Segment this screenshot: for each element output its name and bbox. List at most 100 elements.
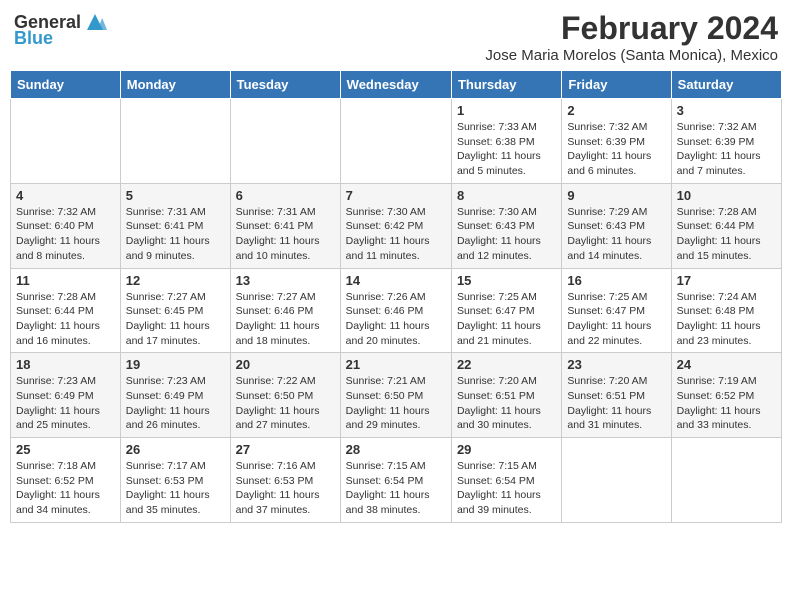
- calendar-cell: 25 Sunrise: 7:18 AMSunset: 6:52 PMDayligh…: [11, 438, 121, 523]
- calendar-cell: 29 Sunrise: 7:15 AMSunset: 6:54 PMDayligh…: [451, 438, 561, 523]
- calendar-cell: 19 Sunrise: 7:23 AMSunset: 6:49 PMDayligh…: [120, 353, 230, 438]
- day-info: Sunrise: 7:29 AMSunset: 6:43 PMDaylight:…: [567, 205, 665, 264]
- calendar-cell: 11 Sunrise: 7:28 AMSunset: 6:44 PMDayligh…: [11, 268, 121, 353]
- day-number: 22: [457, 357, 556, 372]
- day-info: Sunrise: 7:25 AMSunset: 6:47 PMDaylight:…: [457, 290, 556, 349]
- calendar-cell: 2 Sunrise: 7:32 AMSunset: 6:39 PMDaylight…: [562, 99, 671, 184]
- day-number: 15: [457, 273, 556, 288]
- calendar-cell: 17Sunrise: 7:24 AMSunset: 6:48 PMDayligh…: [671, 268, 781, 353]
- day-info: Sunrise: 7:33 AMSunset: 6:38 PMDaylight:…: [457, 120, 556, 179]
- calendar-cell: [671, 438, 781, 523]
- weekday-header: Wednesday: [340, 71, 451, 99]
- day-number: 1: [457, 103, 556, 118]
- calendar-cell: [562, 438, 671, 523]
- calendar-cell: 20 Sunrise: 7:22 AMSunset: 6:50 PMDayligh…: [230, 353, 340, 438]
- day-number: 7: [346, 188, 446, 203]
- day-number: 3: [677, 103, 776, 118]
- day-info: Sunrise: 7:28 AMSunset: 6:44 PMDaylight:…: [677, 205, 776, 264]
- calendar-cell: 8Sunrise: 7:30 AMSunset: 6:43 PMDaylight…: [451, 183, 561, 268]
- day-number: 29: [457, 442, 556, 457]
- day-number: 16: [567, 273, 665, 288]
- day-info: Sunrise: 7:15 AMSunset: 6:54 PMDaylight:…: [346, 459, 446, 518]
- day-number: 20: [236, 357, 335, 372]
- calendar-cell: 12 Sunrise: 7:27 AMSunset: 6:45 PMDayligh…: [120, 268, 230, 353]
- day-info: Sunrise: 7:28 AMSunset: 6:44 PMDaylight:…: [16, 290, 115, 349]
- calendar-cell: 26 Sunrise: 7:17 AMSunset: 6:53 PMDayligh…: [120, 438, 230, 523]
- day-number: 14: [346, 273, 446, 288]
- calendar-cell: 21Sunrise: 7:21 AMSunset: 6:50 PMDayligh…: [340, 353, 451, 438]
- day-info: Sunrise: 7:25 AMSunset: 6:47 PMDaylight:…: [567, 290, 665, 349]
- day-number: 18: [16, 357, 115, 372]
- day-number: 28: [346, 442, 446, 457]
- day-number: 26: [126, 442, 225, 457]
- day-info: Sunrise: 7:19 AMSunset: 6:52 PMDaylight:…: [677, 374, 776, 433]
- day-info: Sunrise: 7:23 AMSunset: 6:49 PMDaylight:…: [126, 374, 225, 433]
- logo-icon: [83, 10, 107, 34]
- day-info: Sunrise: 7:20 AMSunset: 6:51 PMDaylight:…: [567, 374, 665, 433]
- weekday-header: Saturday: [671, 71, 781, 99]
- calendar-cell: 10 Sunrise: 7:28 AMSunset: 6:44 PMDayligh…: [671, 183, 781, 268]
- day-info: Sunrise: 7:32 AMSunset: 6:40 PMDaylight:…: [16, 205, 115, 264]
- calendar-cell: [11, 99, 121, 184]
- day-number: 2: [567, 103, 665, 118]
- day-number: 13: [236, 273, 335, 288]
- calendar-cell: 22 Sunrise: 7:20 AMSunset: 6:51 PMDayligh…: [451, 353, 561, 438]
- day-number: 4: [16, 188, 115, 203]
- day-info: Sunrise: 7:31 AMSunset: 6:41 PMDaylight:…: [126, 205, 225, 264]
- calendar-cell: [230, 99, 340, 184]
- day-number: 10: [677, 188, 776, 203]
- calendar-cell: 1 Sunrise: 7:33 AMSunset: 6:38 PMDaylight…: [451, 99, 561, 184]
- calendar-cell: [340, 99, 451, 184]
- day-number: 12: [126, 273, 225, 288]
- day-number: 24: [677, 357, 776, 372]
- calendar-cell: 15 Sunrise: 7:25 AMSunset: 6:47 PMDayligh…: [451, 268, 561, 353]
- day-info: Sunrise: 7:17 AMSunset: 6:53 PMDaylight:…: [126, 459, 225, 518]
- day-info: Sunrise: 7:20 AMSunset: 6:51 PMDaylight:…: [457, 374, 556, 433]
- weekday-header: Sunday: [11, 71, 121, 99]
- day-number: 23: [567, 357, 665, 372]
- day-info: Sunrise: 7:27 AMSunset: 6:46 PMDaylight:…: [236, 290, 335, 349]
- day-info: Sunrise: 7:24 AMSunset: 6:48 PMDaylight:…: [677, 290, 776, 349]
- day-info: Sunrise: 7:27 AMSunset: 6:45 PMDaylight:…: [126, 290, 225, 349]
- calendar-cell: 18 Sunrise: 7:23 AMSunset: 6:49 PMDayligh…: [11, 353, 121, 438]
- calendar: SundayMondayTuesdayWednesdayThursdayFrid…: [10, 70, 782, 523]
- weekday-header: Thursday: [451, 71, 561, 99]
- calendar-cell: 4 Sunrise: 7:32 AMSunset: 6:40 PMDaylight…: [11, 183, 121, 268]
- day-number: 25: [16, 442, 115, 457]
- day-info: Sunrise: 7:31 AMSunset: 6:41 PMDaylight:…: [236, 205, 335, 264]
- day-number: 5: [126, 188, 225, 203]
- logo-blue: Blue: [14, 28, 53, 49]
- page-header: General Blue February 2024 Jose Maria Mo…: [10, 10, 782, 64]
- calendar-cell: 14 Sunrise: 7:26 AMSunset: 6:46 PMDayligh…: [340, 268, 451, 353]
- day-info: Sunrise: 7:30 AMSunset: 6:42 PMDaylight:…: [346, 205, 446, 264]
- weekday-header: Friday: [562, 71, 671, 99]
- day-info: Sunrise: 7:32 AMSunset: 6:39 PMDaylight:…: [567, 120, 665, 179]
- day-number: 21: [346, 357, 446, 372]
- calendar-cell: [120, 99, 230, 184]
- calendar-cell: 6 Sunrise: 7:31 AMSunset: 6:41 PMDaylight…: [230, 183, 340, 268]
- day-info: Sunrise: 7:23 AMSunset: 6:49 PMDaylight:…: [16, 374, 115, 433]
- day-number: 11: [16, 273, 115, 288]
- main-title: February 2024: [485, 10, 778, 47]
- calendar-cell: 13 Sunrise: 7:27 AMSunset: 6:46 PMDayligh…: [230, 268, 340, 353]
- day-number: 9: [567, 188, 665, 203]
- calendar-cell: 16 Sunrise: 7:25 AMSunset: 6:47 PMDayligh…: [562, 268, 671, 353]
- calendar-cell: 5 Sunrise: 7:31 AMSunset: 6:41 PMDaylight…: [120, 183, 230, 268]
- day-number: 8: [457, 188, 556, 203]
- day-info: Sunrise: 7:16 AMSunset: 6:53 PMDaylight:…: [236, 459, 335, 518]
- day-number: 27: [236, 442, 335, 457]
- day-info: Sunrise: 7:15 AMSunset: 6:54 PMDaylight:…: [457, 459, 556, 518]
- logo: General Blue: [14, 10, 107, 49]
- calendar-cell: 7 Sunrise: 7:30 AMSunset: 6:42 PMDaylight…: [340, 183, 451, 268]
- calendar-cell: 23 Sunrise: 7:20 AMSunset: 6:51 PMDayligh…: [562, 353, 671, 438]
- calendar-cell: 28 Sunrise: 7:15 AMSunset: 6:54 PMDayligh…: [340, 438, 451, 523]
- weekday-header: Tuesday: [230, 71, 340, 99]
- calendar-header: SundayMondayTuesdayWednesdayThursdayFrid…: [11, 71, 782, 99]
- calendar-cell: 27 Sunrise: 7:16 AMSunset: 6:53 PMDayligh…: [230, 438, 340, 523]
- day-number: 6: [236, 188, 335, 203]
- day-info: Sunrise: 7:26 AMSunset: 6:46 PMDaylight:…: [346, 290, 446, 349]
- subtitle: Jose Maria Morelos (Santa Monica), Mexic…: [485, 47, 778, 64]
- day-info: Sunrise: 7:22 AMSunset: 6:50 PMDaylight:…: [236, 374, 335, 433]
- day-number: 19: [126, 357, 225, 372]
- day-info: Sunrise: 7:18 AMSunset: 6:52 PMDaylight:…: [16, 459, 115, 518]
